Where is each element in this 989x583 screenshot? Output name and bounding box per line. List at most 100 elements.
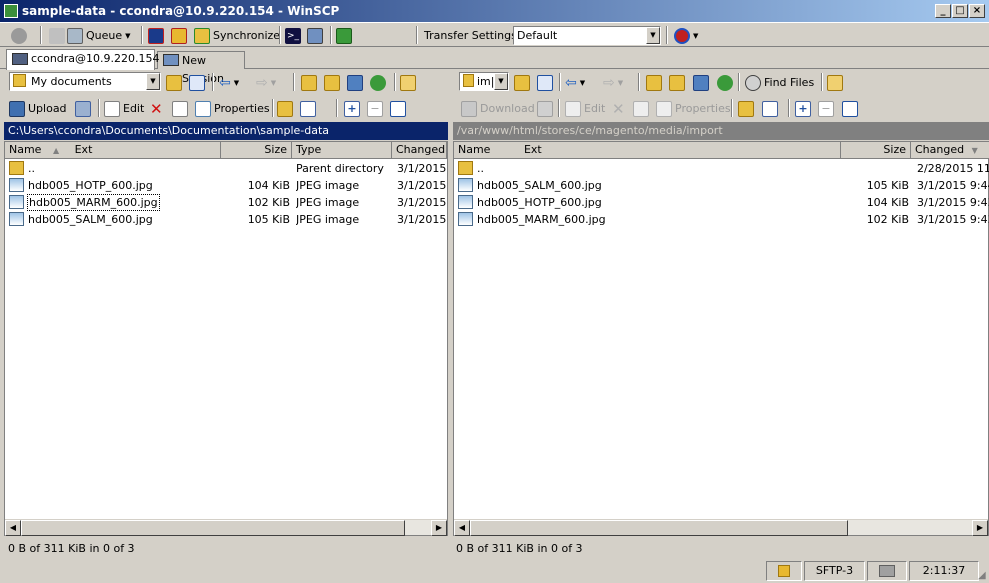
minimize-button[interactable]: _ — [935, 4, 951, 18]
left-file-list[interactable]: Name ▲ Ext Size Type Changed .. Parent d… — [4, 141, 448, 536]
putty-button[interactable] — [304, 26, 326, 45]
right-open-directory-button[interactable] — [511, 73, 533, 92]
encryption-status[interactable] — [766, 561, 802, 581]
table-row[interactable]: .. 2/28/2015 11: — [454, 160, 989, 177]
size-grip-icon[interactable]: ◢ — [978, 570, 986, 581]
left-path-bar[interactable]: C:\Users\ccondra\Documents\Documentation… — [4, 122, 448, 140]
right-tree-button[interactable] — [824, 73, 846, 92]
right-filter-select-button[interactable] — [839, 99, 861, 118]
right-location-combo[interactable]: im| ▼ — [459, 72, 509, 91]
close-button[interactable]: × — [969, 4, 985, 18]
right-new-file-button[interactable] — [759, 99, 781, 118]
right-unselect-button[interactable]: − — [815, 99, 837, 118]
right-properties-button[interactable]: Properties — [653, 99, 734, 118]
chevron-down-icon[interactable]: ▼ — [494, 73, 508, 90]
file-type: JPEG image — [296, 213, 360, 226]
left-parent-dir-button[interactable] — [298, 73, 320, 92]
scroll-right-icon[interactable]: ▶ — [972, 520, 988, 536]
file-name: hdb005_SALM_600.jpg — [477, 179, 602, 192]
table-row[interactable]: .. Parent directory 3/1/2015 — [5, 160, 447, 177]
left-transfer-options-button[interactable] — [72, 99, 94, 118]
left-open-directory-button[interactable] — [163, 73, 185, 92]
scroll-left-icon[interactable]: ◀ — [454, 520, 470, 536]
preferences-button[interactable] — [8, 26, 30, 45]
left-tree-button[interactable] — [397, 73, 419, 92]
right-parent-dir-button[interactable] — [643, 73, 665, 92]
table-row[interactable]: hdb005_HOTP_600.jpg 104 KiB 3/1/2015 9:4… — [454, 194, 989, 211]
left-new-file-button[interactable] — [297, 99, 319, 118]
left-edit-button[interactable]: Edit — [101, 99, 147, 118]
right-path-bar[interactable]: /var/www/html/stores/ce/magento/media/im… — [453, 122, 989, 140]
right-filter-button[interactable] — [534, 73, 556, 92]
left-col-type[interactable]: Type — [292, 142, 392, 159]
synchronize-browsing-button[interactable] — [168, 26, 190, 45]
reconnect-button[interactable]: ▼ — [671, 26, 701, 45]
table-row[interactable]: hdb005_MARM_600.jpg 102 KiB 3/1/2015 9:4… — [454, 211, 989, 228]
compare-directories-button[interactable] — [145, 26, 167, 45]
file-changed: 3/1/2015 — [397, 213, 447, 226]
chevron-down-icon[interactable]: ▼ — [646, 27, 660, 44]
left-refresh-button[interactable] — [367, 73, 389, 92]
right-refresh-button[interactable] — [714, 73, 736, 92]
find-files-label: Find Files — [764, 76, 815, 89]
right-col-size[interactable]: Size — [841, 142, 911, 159]
scroll-thumb[interactable] — [470, 520, 848, 536]
left-horizontal-scrollbar[interactable]: ◀ ▶ — [5, 519, 447, 536]
left-forward-button[interactable]: ⇨ ▼ — [253, 73, 279, 92]
refresh-button[interactable] — [333, 26, 355, 45]
right-back-button[interactable]: ⇦ ▼ — [562, 73, 588, 92]
left-location-value: My documents — [31, 75, 112, 88]
maximize-button[interactable]: □ — [952, 4, 968, 18]
right-rename-button[interactable] — [630, 99, 652, 118]
left-unselect-button[interactable]: − — [364, 99, 386, 118]
tab-new-session[interactable]: New Session — [157, 51, 245, 85]
right-root-dir-button[interactable] — [666, 73, 688, 92]
find-files-button[interactable]: Find Files — [742, 73, 817, 92]
queue-button[interactable]: Queue ▼ — [64, 26, 134, 45]
right-delete-button[interactable]: ✕ — [609, 99, 628, 118]
right-horizontal-scrollbar[interactable]: ◀ ▶ — [454, 519, 988, 536]
right-forward-button[interactable]: ⇨ ▼ — [600, 73, 626, 92]
left-rename-button[interactable] — [169, 99, 191, 118]
left-root-dir-button[interactable] — [321, 73, 343, 92]
left-back-button[interactable]: ⇦ ▼ — [216, 73, 242, 92]
protocol-status[interactable]: SFTP-3 — [804, 561, 865, 581]
transfer-settings-select[interactable]: Default ▼ — [513, 26, 661, 45]
table-row[interactable]: hdb005_SALM_600.jpg 105 KiB JPEG image 3… — [5, 211, 447, 228]
right-edit-button[interactable]: Edit — [562, 99, 608, 118]
chevron-down-icon[interactable]: ▼ — [146, 73, 160, 90]
right-col-name[interactable]: Name Ext — [454, 142, 841, 159]
left-filter-button[interactable] — [186, 73, 208, 92]
right-transfer-options-button[interactable] — [534, 99, 556, 118]
scroll-thumb[interactable] — [21, 520, 405, 536]
right-select-button[interactable]: + — [792, 99, 814, 118]
synchronize-button[interactable]: Synchronize — [191, 26, 283, 45]
left-col-name[interactable]: Name ▲ Ext — [5, 142, 221, 159]
table-row[interactable]: hdb005_SALM_600.jpg 105 KiB 3/1/2015 9:4… — [454, 177, 989, 194]
table-row[interactable]: hdb005_HOTP_600.jpg 104 KiB JPEG image 3… — [5, 177, 447, 194]
right-col-changed[interactable]: Changed ▼ — [911, 142, 989, 159]
filter-icon — [390, 100, 406, 117]
tab-session-ccondra[interactable]: ccondra@10.9.220.154 — [6, 49, 160, 70]
right-file-list[interactable]: Name Ext Size Changed ▼ .. 2/28/2015 11:… — [453, 141, 989, 536]
right-home-button[interactable] — [690, 73, 712, 92]
connection-status[interactable] — [867, 561, 907, 581]
left-filter-select-button[interactable] — [387, 99, 409, 118]
terminal-button[interactable]: >_ — [282, 26, 304, 45]
upload-button[interactable]: Upload — [6, 99, 70, 118]
scroll-right-icon[interactable]: ▶ — [431, 520, 447, 536]
right-new-folder-button[interactable] — [735, 99, 757, 118]
left-location-combo[interactable]: My documents ▼ — [9, 72, 161, 91]
left-properties-button[interactable]: Properties — [192, 99, 273, 118]
scroll-left-icon[interactable]: ◀ — [5, 520, 21, 536]
left-home-button[interactable] — [344, 73, 366, 92]
table-row[interactable]: hdb005_MARM_600.jpg 102 KiB JPEG image 3… — [5, 194, 447, 211]
download-button[interactable]: Download — [458, 99, 538, 118]
separator — [98, 99, 100, 117]
left-select-button[interactable]: + — [341, 99, 363, 118]
left-col-changed[interactable]: Changed — [392, 142, 447, 159]
left-delete-button[interactable]: ✕ — [147, 99, 166, 118]
refresh-icon — [717, 74, 733, 91]
left-col-size[interactable]: Size — [221, 142, 292, 159]
left-new-folder-button[interactable] — [274, 99, 296, 118]
